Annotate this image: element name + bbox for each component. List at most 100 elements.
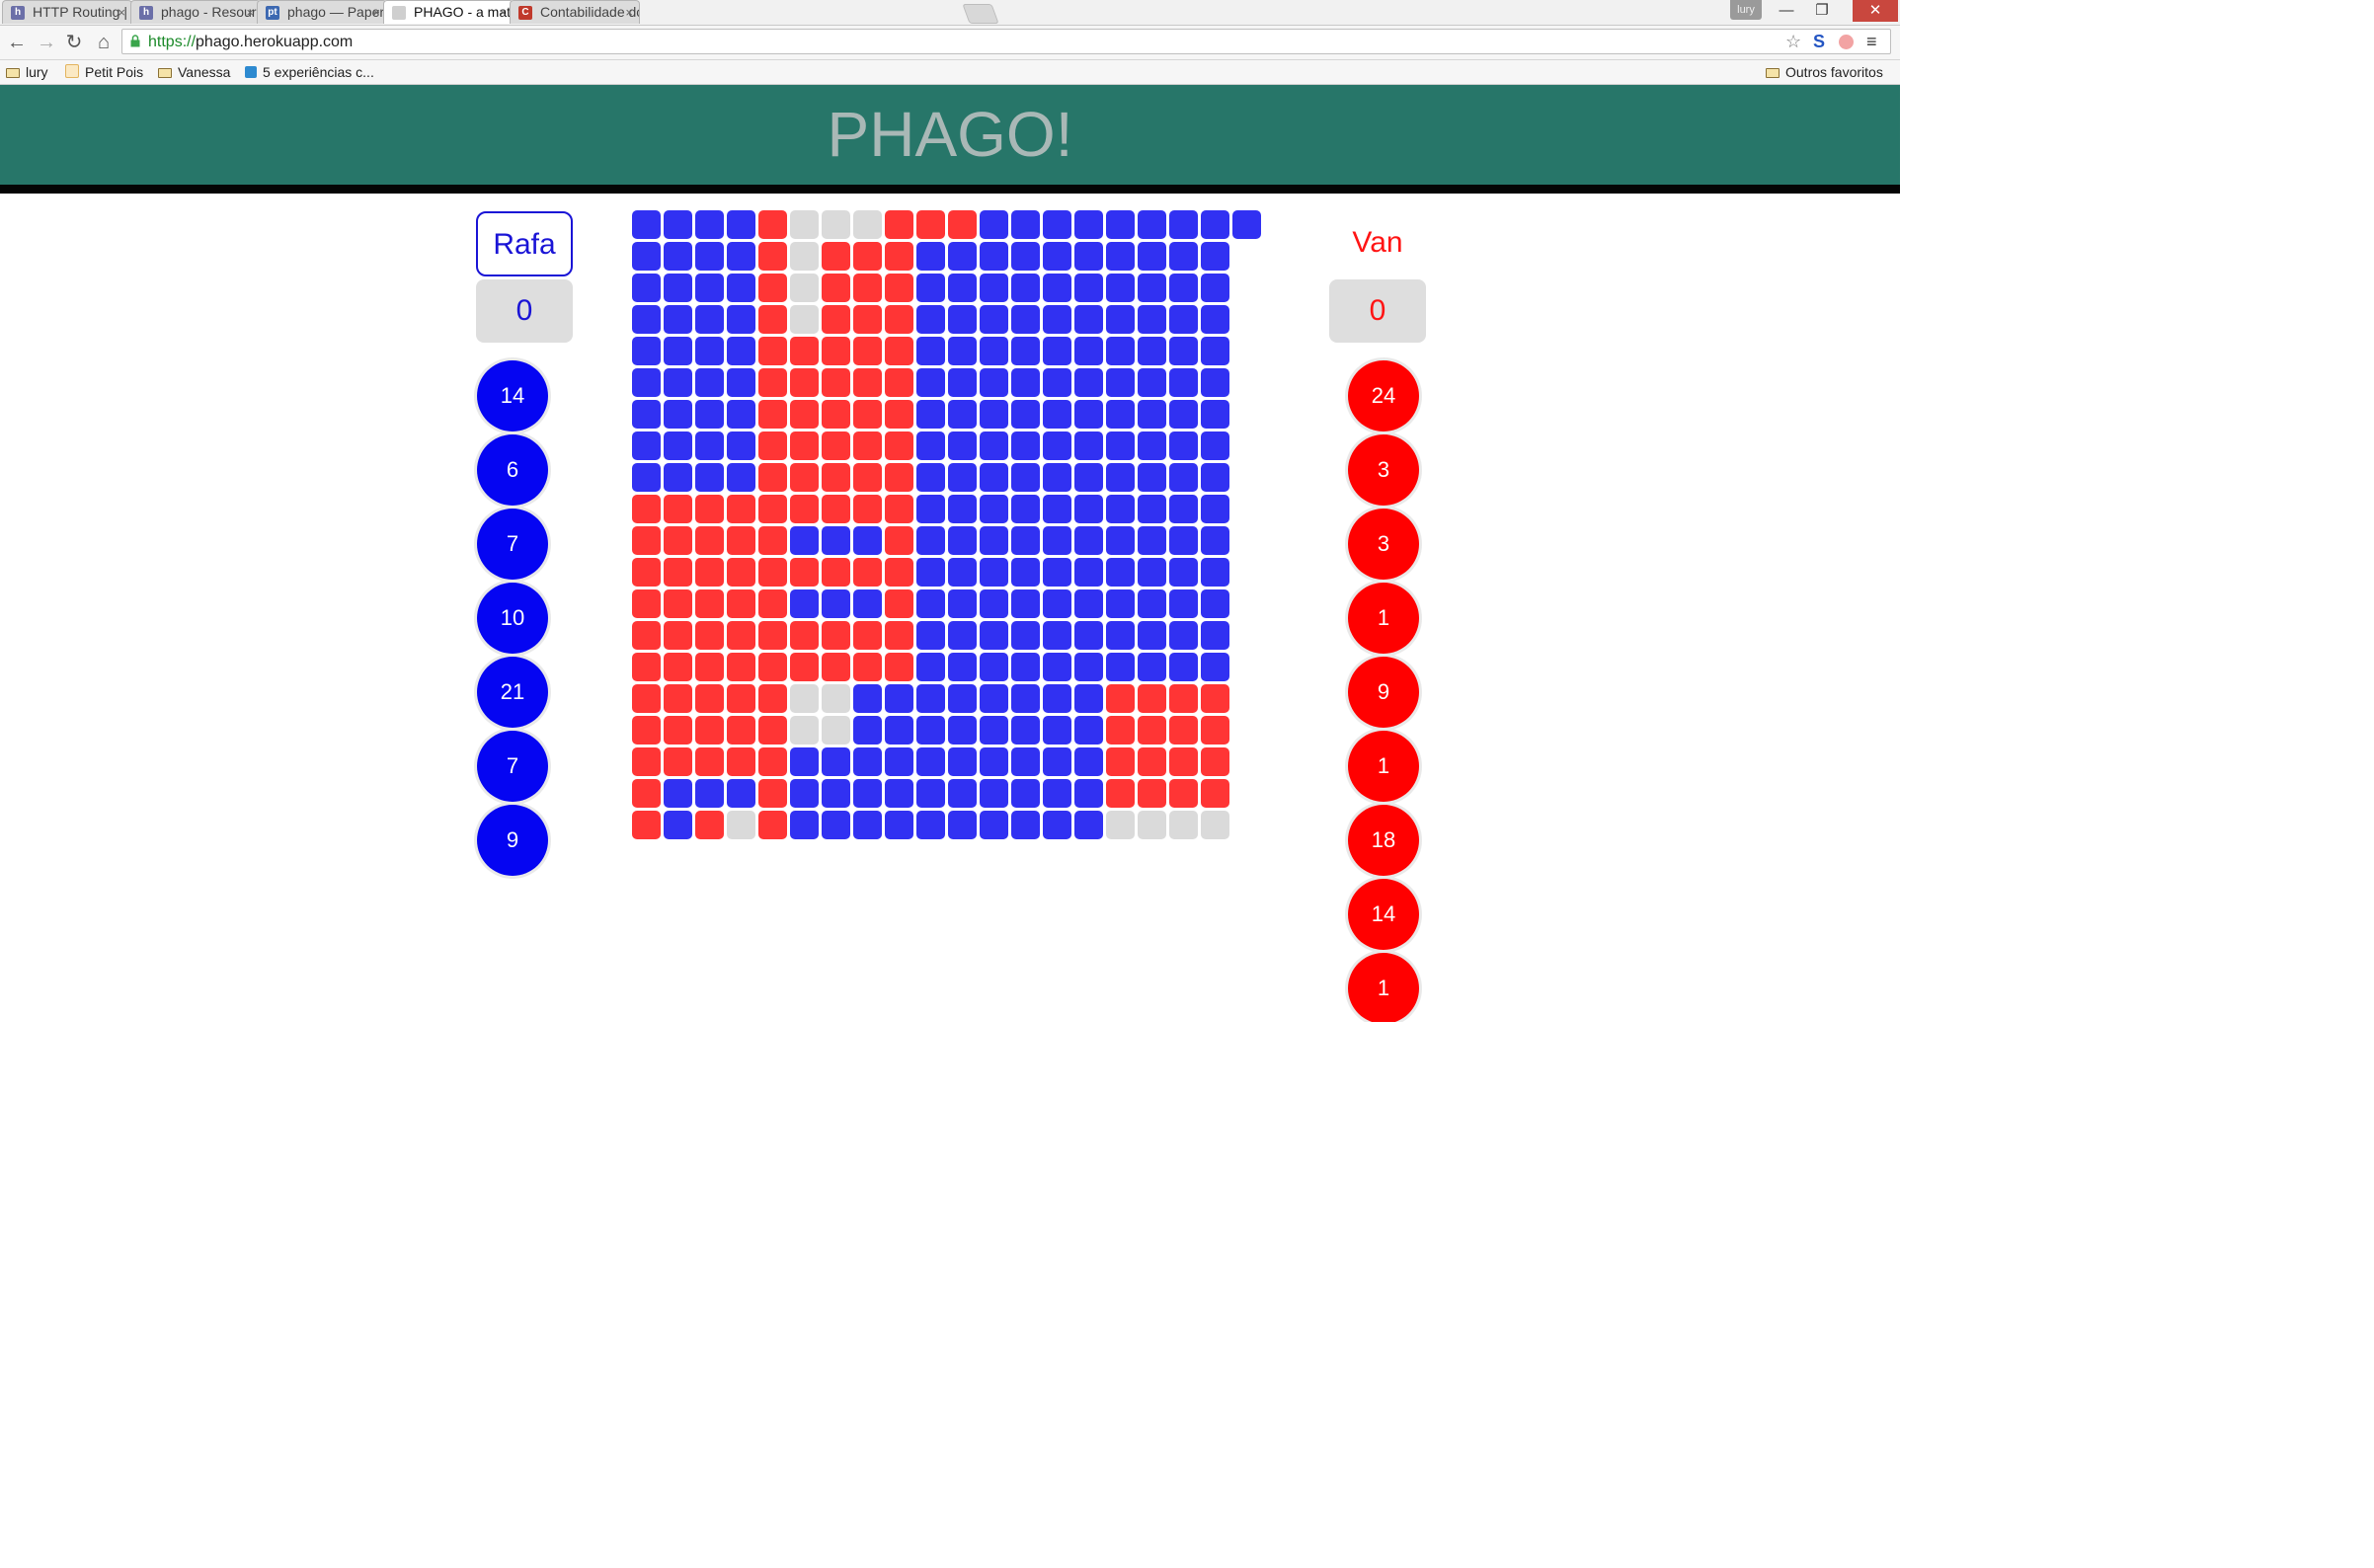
board-cell[interactable]: [758, 653, 787, 681]
board-cell[interactable]: [1138, 368, 1166, 397]
board-cell[interactable]: [1138, 811, 1166, 839]
board-cell[interactable]: [664, 495, 692, 523]
board-cell[interactable]: [1201, 621, 1229, 650]
board-cell[interactable]: [948, 653, 977, 681]
board-cell[interactable]: [695, 621, 724, 650]
board-cell[interactable]: [1106, 431, 1135, 460]
board-cell[interactable]: [664, 242, 692, 271]
board-cell[interactable]: [1043, 400, 1071, 429]
board-cell[interactable]: [664, 431, 692, 460]
board-cell[interactable]: [1074, 621, 1103, 650]
board-cell[interactable]: [632, 210, 661, 239]
board-cell[interactable]: [1011, 558, 1040, 587]
board-cell[interactable]: [980, 779, 1008, 808]
board-cell[interactable]: [1201, 811, 1229, 839]
board-cell[interactable]: [1106, 210, 1135, 239]
board-cell[interactable]: [822, 368, 850, 397]
board-cell[interactable]: [1011, 747, 1040, 776]
board-cell[interactable]: [758, 811, 787, 839]
board-cell[interactable]: [1169, 621, 1198, 650]
board-cell[interactable]: [916, 368, 945, 397]
board-cell[interactable]: [1011, 653, 1040, 681]
board-cell[interactable]: [1011, 621, 1040, 650]
board-cell[interactable]: [727, 274, 755, 302]
number-chip[interactable]: 14: [1348, 879, 1419, 950]
board-cell[interactable]: [695, 210, 724, 239]
number-chip[interactable]: 21: [477, 657, 548, 728]
board-cell[interactable]: [1106, 305, 1135, 334]
board-cell[interactable]: [1043, 589, 1071, 618]
board-cell[interactable]: [632, 368, 661, 397]
board-cell[interactable]: [632, 779, 661, 808]
board-cell[interactable]: [1201, 400, 1229, 429]
board-cell[interactable]: [980, 684, 1008, 713]
board-cell[interactable]: [916, 684, 945, 713]
board-cell[interactable]: [948, 589, 977, 618]
board-cell[interactable]: [1074, 716, 1103, 745]
board-cell[interactable]: [727, 242, 755, 271]
board-cell[interactable]: [853, 400, 882, 429]
board-cell[interactable]: [758, 684, 787, 713]
board-cell[interactable]: [822, 305, 850, 334]
board-cell[interactable]: [1011, 274, 1040, 302]
board-cell[interactable]: [1201, 684, 1229, 713]
board-cell[interactable]: [758, 589, 787, 618]
board-cell[interactable]: [695, 747, 724, 776]
number-chip[interactable]: 1: [1348, 953, 1419, 1022]
board-cell[interactable]: [1074, 242, 1103, 271]
board-cell[interactable]: [916, 431, 945, 460]
board-cell[interactable]: [916, 495, 945, 523]
board-cell[interactable]: [1106, 621, 1135, 650]
board-cell[interactable]: [885, 495, 913, 523]
board-cell[interactable]: [1169, 653, 1198, 681]
tab-close-icon[interactable]: ×: [499, 1, 507, 24]
board-cell[interactable]: [822, 747, 850, 776]
board-cell[interactable]: [790, 811, 819, 839]
board-cell[interactable]: [980, 747, 1008, 776]
board-cell[interactable]: [1106, 242, 1135, 271]
board-cell[interactable]: [980, 305, 1008, 334]
board-cell[interactable]: [1138, 684, 1166, 713]
board-cell[interactable]: [695, 305, 724, 334]
board-cell[interactable]: [916, 811, 945, 839]
board-cell[interactable]: [916, 589, 945, 618]
board-cell[interactable]: [727, 684, 755, 713]
board-cell[interactable]: [632, 305, 661, 334]
board-cell[interactable]: [1011, 589, 1040, 618]
board-cell[interactable]: [916, 400, 945, 429]
player2-name[interactable]: Van: [1329, 211, 1426, 276]
board-cell[interactable]: [980, 589, 1008, 618]
board-cell[interactable]: [758, 368, 787, 397]
board-cell[interactable]: [727, 463, 755, 492]
board-cell[interactable]: [853, 431, 882, 460]
board-cell[interactable]: [853, 558, 882, 587]
board-cell[interactable]: [1201, 274, 1229, 302]
board-cell[interactable]: [1074, 274, 1103, 302]
board-cell[interactable]: [1074, 747, 1103, 776]
board-cell[interactable]: [1106, 779, 1135, 808]
board-cell[interactable]: [948, 747, 977, 776]
board-cell[interactable]: [822, 463, 850, 492]
board-cell[interactable]: [1011, 526, 1040, 555]
board-cell[interactable]: [1138, 747, 1166, 776]
board-cell[interactable]: [1011, 305, 1040, 334]
board-cell[interactable]: [632, 684, 661, 713]
board-cell[interactable]: [980, 811, 1008, 839]
board-cell[interactable]: [1138, 495, 1166, 523]
board-cell[interactable]: [758, 495, 787, 523]
board-cell[interactable]: [1138, 779, 1166, 808]
board-cell[interactable]: [727, 779, 755, 808]
board-cell[interactable]: [916, 274, 945, 302]
board-cell[interactable]: [948, 210, 977, 239]
board-cell[interactable]: [1074, 684, 1103, 713]
board-cell[interactable]: [1138, 463, 1166, 492]
board-cell[interactable]: [853, 526, 882, 555]
board-cell[interactable]: [1043, 684, 1071, 713]
board-cell[interactable]: [1169, 210, 1198, 239]
board-cell[interactable]: [727, 621, 755, 650]
board-cell[interactable]: [632, 400, 661, 429]
board-cell[interactable]: [980, 621, 1008, 650]
board-cell[interactable]: [853, 495, 882, 523]
board-cell[interactable]: [1043, 716, 1071, 745]
board-cell[interactable]: [1138, 431, 1166, 460]
